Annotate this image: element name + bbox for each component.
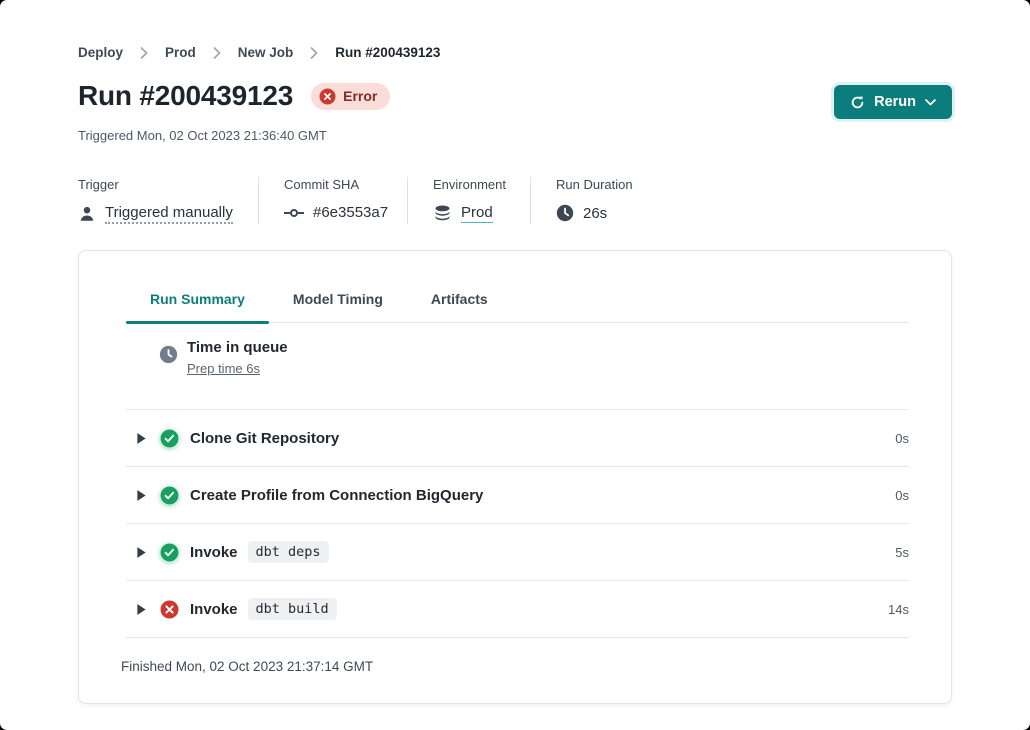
success-icon xyxy=(160,543,179,562)
chevron-right-icon xyxy=(140,47,148,59)
step-duration: 0s xyxy=(895,488,909,503)
tab-run-summary[interactable]: Run Summary xyxy=(126,277,269,322)
expand-caret-icon[interactable] xyxy=(136,546,149,559)
status-badge-label: Error xyxy=(343,88,377,104)
breadcrumb-prod[interactable]: Prod xyxy=(165,45,196,60)
expand-caret-icon[interactable] xyxy=(136,489,149,502)
tab-model-timing[interactable]: Model Timing xyxy=(269,277,407,322)
meta-trigger-label: Trigger xyxy=(78,177,234,192)
step-row-dbt-deps[interactable]: Invoke dbt deps 5s xyxy=(126,524,909,581)
step-row-create-profile[interactable]: Create Profile from Connection BigQuery … xyxy=(126,467,909,524)
refresh-icon xyxy=(850,95,865,110)
header: Run #200439123 Error Rerun xyxy=(0,60,1030,119)
expand-caret-icon[interactable] xyxy=(136,432,149,445)
git-commit-icon xyxy=(284,207,304,219)
chevron-right-icon xyxy=(213,47,221,59)
title-line: Run #200439123 Error xyxy=(78,80,390,112)
step-list: Time in queue Prep time 6s Clone Git Rep… xyxy=(126,323,909,638)
status-badge: Error xyxy=(311,83,390,110)
page-title: Run #200439123 xyxy=(78,80,293,112)
tab-bar: Run Summary Model Timing Artifacts xyxy=(126,251,909,323)
database-icon xyxy=(433,205,452,222)
environment-link[interactable]: Prod xyxy=(461,204,493,223)
breadcrumb-new-job[interactable]: New Job xyxy=(238,45,294,60)
queue-clock-icon xyxy=(159,345,178,364)
step-title: Invoke xyxy=(190,601,238,618)
rerun-button[interactable]: Rerun xyxy=(834,85,952,119)
step-duration: 14s xyxy=(888,602,909,617)
chevron-down-icon xyxy=(925,99,936,106)
meta-duration-label: Run Duration xyxy=(556,177,633,192)
breadcrumb-deploy[interactable]: Deploy xyxy=(78,45,123,60)
run-detail-page: Deploy Prod New Job Run #200439123 Run #… xyxy=(0,0,1030,730)
step-duration: 0s xyxy=(895,431,909,446)
clock-icon xyxy=(556,204,574,222)
meta-trigger: Trigger Triggered manually xyxy=(78,177,258,224)
step-title: Create Profile from Connection BigQuery xyxy=(190,487,483,504)
run-duration-value: 26s xyxy=(583,205,607,222)
trigger-value[interactable]: Triggered manually xyxy=(105,204,233,224)
tab-artifacts[interactable]: Artifacts xyxy=(407,277,512,322)
step-command: dbt build xyxy=(248,598,337,620)
meta-environment: Environment Prod xyxy=(407,177,530,224)
meta-commit-sha: Commit SHA #6e3553a7 xyxy=(258,177,407,224)
prep-time-link[interactable]: Prep time 6s xyxy=(187,361,260,376)
expand-caret-icon[interactable] xyxy=(136,603,149,616)
run-summary-card: Run Summary Model Timing Artifacts Time … xyxy=(78,250,952,704)
finished-timestamp: Finished Mon, 02 Oct 2023 21:37:14 GMT xyxy=(121,638,909,674)
step-command: dbt deps xyxy=(248,541,329,563)
step-title: Clone Git Repository xyxy=(190,430,339,447)
triggered-timestamp: Triggered Mon, 02 Oct 2023 21:36:40 GMT xyxy=(0,119,1030,143)
breadcrumb: Deploy Prod New Job Run #200439123 xyxy=(0,0,1030,60)
commit-sha-value: #6e3553a7 xyxy=(313,204,388,221)
error-icon xyxy=(160,600,179,619)
step-duration: 5s xyxy=(895,545,909,560)
meta-run-duration: Run Duration 26s xyxy=(530,177,657,224)
queue-row: Time in queue Prep time 6s xyxy=(126,323,909,410)
success-icon xyxy=(160,486,179,505)
breadcrumb-current-run: Run #200439123 xyxy=(335,45,440,60)
error-circle-icon xyxy=(319,88,336,105)
meta-commit-label: Commit SHA xyxy=(284,177,383,192)
run-metadata: Trigger Triggered manually Commit SHA #6… xyxy=(78,177,952,224)
step-title: Invoke xyxy=(190,544,238,561)
meta-environment-label: Environment xyxy=(433,177,506,192)
step-row-clone-git[interactable]: Clone Git Repository 0s xyxy=(126,410,909,467)
queue-title: Time in queue xyxy=(187,339,288,356)
chevron-right-icon xyxy=(310,47,318,59)
person-icon xyxy=(78,205,96,223)
step-row-dbt-build[interactable]: Invoke dbt build 14s xyxy=(126,581,909,638)
success-icon xyxy=(160,429,179,448)
rerun-button-label: Rerun xyxy=(874,94,916,110)
